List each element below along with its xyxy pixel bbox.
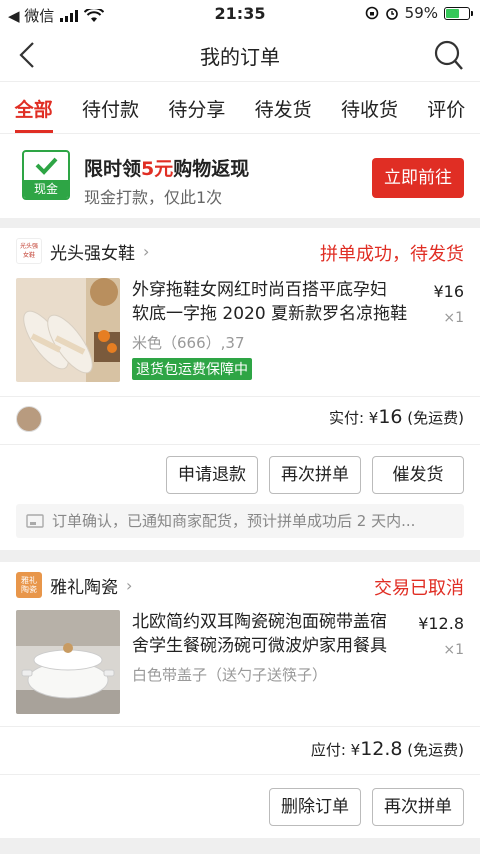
product-spec: 白色带盖子（送勺子送筷子） bbox=[132, 666, 328, 684]
status-right: 59% bbox=[365, 4, 473, 22]
payment-amount: 16 bbox=[378, 406, 403, 428]
order-status: 拼单成功，待发货 bbox=[320, 244, 464, 265]
order-notice[interactable]: 订单确认，已通知商家配货，预计拼单成功后 2 天内... bbox=[16, 504, 464, 538]
chevron-right-icon: › bbox=[143, 241, 150, 261]
tab-review[interactable]: 评价 bbox=[427, 82, 465, 133]
payment-summary: 应付: ¥12.8 (免运费) bbox=[311, 738, 464, 760]
promo-title-highlight: 5元 bbox=[141, 158, 174, 180]
product-title[interactable]: 外穿拖鞋女网红时尚百搭平底孕妇 软底一字拖 2020 夏新款罗名凉拖鞋 bbox=[132, 278, 420, 326]
payment-currency: ¥ bbox=[368, 409, 379, 427]
product-quantity: ×1 bbox=[443, 310, 464, 326]
nav-bar: 我的订单 bbox=[0, 28, 480, 82]
search-icon[interactable] bbox=[432, 38, 464, 72]
cash-badge: 现金 bbox=[22, 150, 70, 200]
promo-title-suffix: 购物返现 bbox=[173, 158, 250, 180]
shop-link[interactable]: 光头强 女鞋 光头强女鞋 › bbox=[16, 238, 149, 264]
avatar bbox=[16, 406, 42, 432]
product-image[interactable] bbox=[16, 278, 120, 382]
payment-amount: 12.8 bbox=[360, 738, 403, 760]
payment-label: 应付: bbox=[310, 741, 351, 759]
group-again-button[interactable]: 再次拼单 bbox=[372, 788, 464, 826]
divider bbox=[0, 396, 480, 397]
product-title[interactable]: 北欧简约双耳陶瓷碗泡面碗带盖宿 舍学生餐碗汤碗可微波炉家用餐具 bbox=[132, 610, 420, 658]
tab-pending-share[interactable]: 待分享 bbox=[168, 82, 225, 133]
promo-subtitle: 现金打款，仅此1次 bbox=[84, 188, 223, 207]
divider bbox=[0, 444, 480, 445]
shop-link[interactable]: 雅礼 陶瓷 雅礼陶瓷 › bbox=[16, 572, 132, 598]
tab-pending-shipment[interactable]: 待发货 bbox=[255, 82, 312, 133]
order-card: 雅礼 陶瓷 雅礼陶瓷 › 交易已取消 北欧简约双耳陶瓷碗泡面碗带盖宿 舍学生餐碗汤… bbox=[0, 562, 480, 838]
divider bbox=[0, 726, 480, 727]
product-title-line: 舍学生餐碗汤碗可微波炉家用餐具 bbox=[132, 636, 387, 656]
cash-badge-label: 现金 bbox=[24, 180, 68, 198]
payment-currency: ¥ bbox=[350, 741, 361, 759]
payment-label: 实付: bbox=[328, 409, 369, 427]
page-title: 我的订单 bbox=[200, 45, 280, 69]
go-now-button[interactable]: 立即前往 bbox=[372, 158, 464, 198]
cashback-banner: 现金 限时领5元购物返现 现金打款，仅此1次 立即前往 bbox=[0, 134, 480, 218]
shop-logo: 光头强 女鞋 bbox=[16, 238, 42, 264]
shop-name: 光头强女鞋 bbox=[50, 243, 135, 264]
product-title-line: 外穿拖鞋女网红时尚百搭平底孕妇 bbox=[132, 280, 387, 300]
promo-title: 限时领5元购物返现 bbox=[84, 154, 249, 181]
promo-title-prefix: 限时领 bbox=[84, 158, 142, 180]
shop-name: 雅礼陶瓷 bbox=[50, 577, 118, 598]
shipping-guarantee-badge: 退货包运费保障中 bbox=[132, 358, 252, 380]
product-price: ¥12.8 bbox=[418, 614, 464, 633]
product-price: ¥16 bbox=[433, 282, 464, 301]
product-image[interactable] bbox=[16, 610, 120, 714]
order-card: 光头强 女鞋 光头强女鞋 › 拼单成功，待发货 外穿拖鞋女网红时尚百搭平底孕妇 软… bbox=[0, 228, 480, 550]
product-quantity: ×1 bbox=[443, 642, 464, 658]
status-bar: ◀ 微信 21:35 59% bbox=[0, 0, 480, 28]
tab-pending-receipt[interactable]: 待收货 bbox=[341, 82, 398, 133]
order-notice-text: 订单确认，已通知商家配货，预计拼单成功后 2 天内... bbox=[52, 512, 416, 530]
alarm-icon bbox=[385, 8, 398, 20]
product-title-line: 软底一字拖 2020 夏新款罗名凉拖鞋 bbox=[132, 304, 408, 324]
delete-order-button[interactable]: 删除订单 bbox=[269, 788, 361, 826]
battery-percent: 59% bbox=[404, 4, 438, 22]
order-tabs: 全部 待付款 待分享 待发货 待收货 评价 bbox=[0, 82, 480, 134]
tab-pending-payment[interactable]: 待付款 bbox=[82, 82, 139, 133]
rotation-lock-icon bbox=[365, 6, 378, 20]
truck-icon bbox=[26, 514, 44, 528]
product-title-line: 北欧简约双耳陶瓷碗泡面碗带盖宿 bbox=[132, 612, 387, 632]
divider bbox=[0, 774, 480, 775]
product-spec: 米色（666）,37 bbox=[132, 334, 245, 352]
tab-all[interactable]: 全部 bbox=[15, 82, 53, 133]
request-refund-button[interactable]: 申请退款 bbox=[166, 456, 258, 494]
check-icon bbox=[35, 157, 58, 175]
payment-summary: 实付: ¥16 (免运费) bbox=[329, 406, 464, 428]
order-status: 交易已取消 bbox=[374, 578, 464, 599]
payment-note: (免运费) bbox=[402, 741, 464, 759]
shop-logo: 雅礼 陶瓷 bbox=[16, 572, 42, 598]
battery-icon bbox=[444, 6, 473, 20]
payment-note: (免运费) bbox=[402, 409, 464, 427]
chevron-right-icon: › bbox=[126, 575, 133, 595]
group-again-button[interactable]: 再次拼单 bbox=[269, 456, 361, 494]
urge-shipment-button[interactable]: 催发货 bbox=[372, 456, 464, 494]
